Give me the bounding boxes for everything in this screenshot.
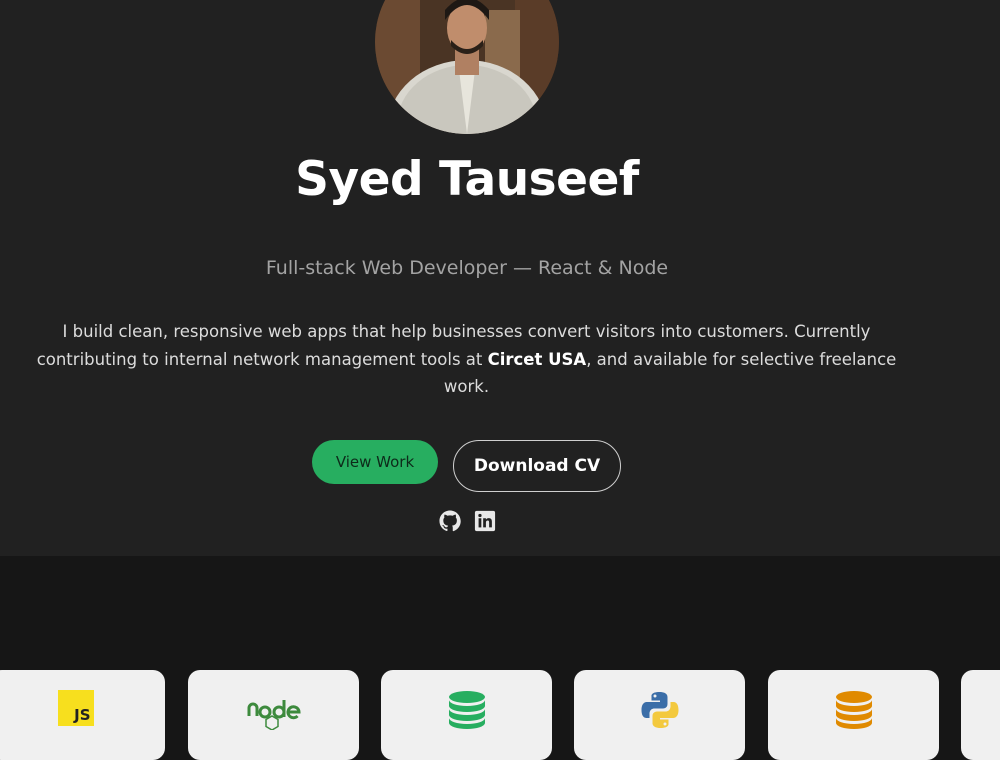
hero-section: Syed Tauseef Full-stack Web Developer — …: [0, 0, 1000, 556]
company-name: Circet USA: [487, 349, 587, 369]
avatar: [375, 0, 559, 134]
profile-role: Full-stack Web Developer — React & Node: [265, 257, 669, 279]
skill-card-javascript: JS: [0, 670, 165, 760]
github-icon[interactable]: [439, 510, 461, 532]
skill-card-nodejs: [188, 670, 359, 760]
profile-bio: I build clean, responsive web apps that …: [20, 318, 913, 401]
view-work-button[interactable]: View Work: [312, 440, 438, 484]
download-cv-button[interactable]: Download CV: [453, 440, 621, 492]
skill-card-database-green: [381, 670, 552, 760]
skill-card-database-orange: [768, 670, 939, 760]
nodejs-icon: [246, 690, 302, 730]
profile-photo: [375, 0, 559, 134]
javascript-icon: JS: [57, 690, 98, 730]
python-icon: [640, 690, 680, 730]
linkedin-icon[interactable]: [474, 510, 496, 532]
database-icon: [834, 690, 874, 730]
skill-card-partial: [961, 670, 1000, 760]
skill-card-python: [574, 670, 745, 760]
js-logo-text: JS: [74, 706, 91, 724]
profile-name: Syed Tauseef: [295, 152, 639, 207]
database-icon: [447, 690, 487, 730]
